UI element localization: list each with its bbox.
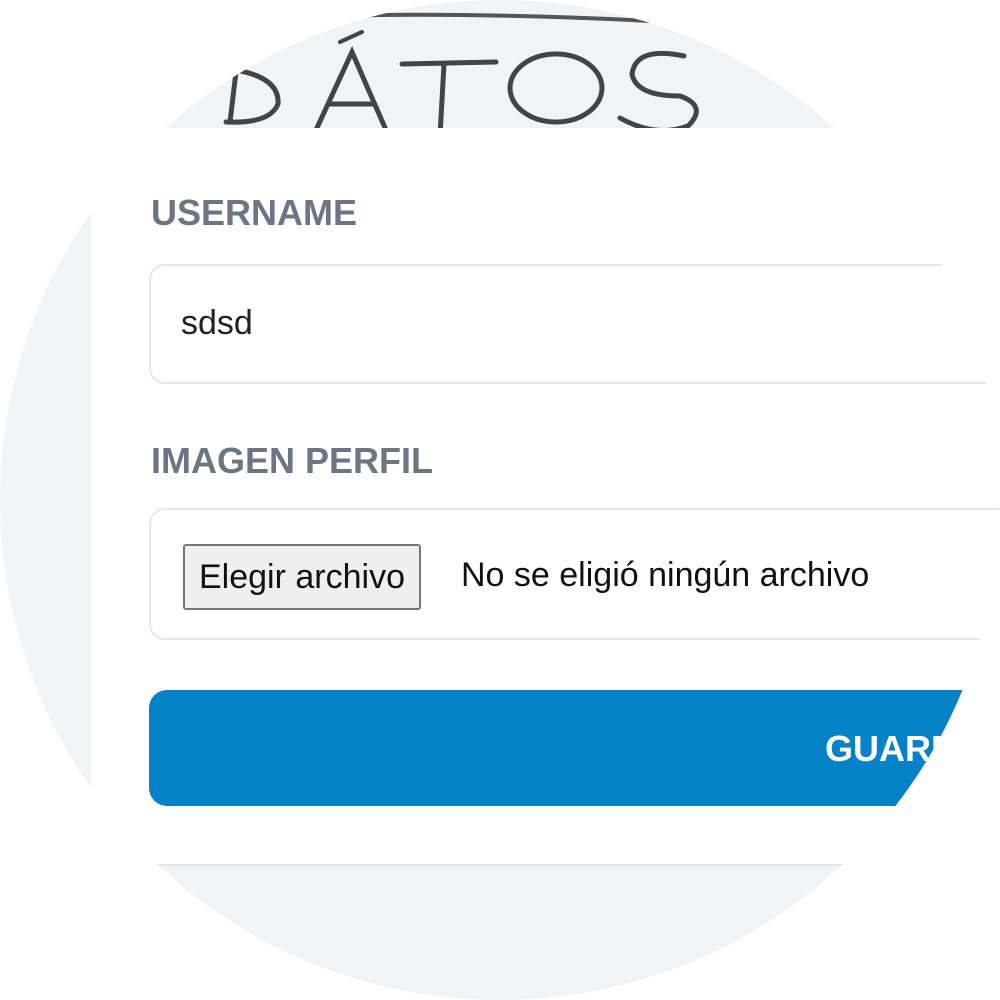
profile-image-label: IMAGEN PERFIL (151, 440, 434, 481)
save-button[interactable]: GUARDAR (149, 690, 1000, 806)
page-header (0, 0, 1000, 139)
username-input[interactable]: sdsd (149, 264, 1000, 384)
zoom-lens: USERNAME sdsd IMAGEN PERFIL Elegir archi… (0, 0, 1000, 1000)
save-button-label: GUARDAR (825, 728, 1000, 769)
file-status-text: No se eligió ningún archivo (461, 556, 870, 594)
username-label: USERNAME (151, 192, 358, 233)
handwritten-title (223, 12, 699, 139)
profile-form-card: USERNAME sdsd IMAGEN PERFIL Elegir archi… (90, 128, 1000, 866)
profile-image-field: Elegir archivo No se eligió ningún archi… (149, 508, 1000, 640)
username-value: sdsd (181, 304, 253, 342)
choose-file-button[interactable]: Elegir archivo (183, 544, 421, 610)
